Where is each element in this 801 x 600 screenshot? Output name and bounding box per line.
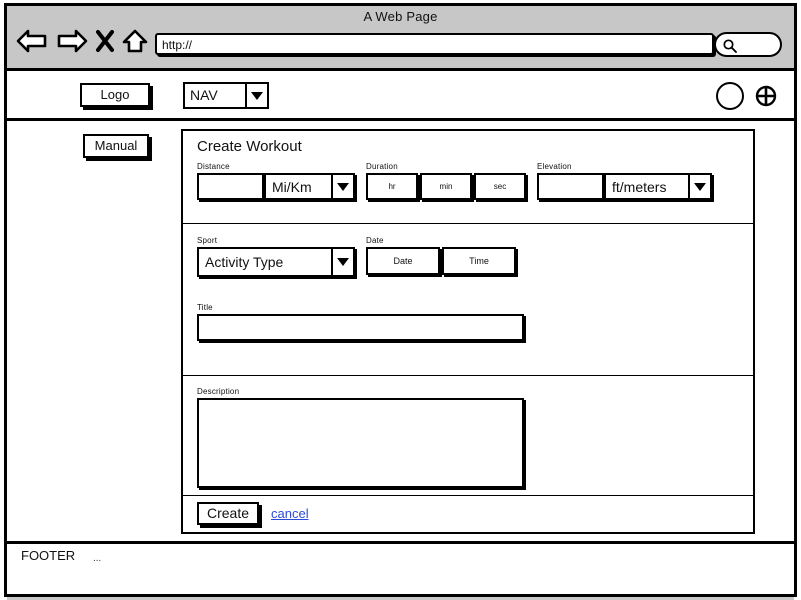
stop-x-icon[interactable] [95, 28, 115, 54]
screenshot-root: A Web Page http:// Logo NAV Manual Creat… [0, 0, 801, 600]
browser-chrome: A Web Page http:// [7, 6, 794, 71]
sport-dropdown[interactable]: Activity Type [197, 247, 355, 277]
cancel-link[interactable]: cancel [271, 506, 309, 521]
duration-hours-input[interactable]: hr [366, 173, 418, 200]
elevation-unit-dropdown[interactable]: ft/meters [604, 173, 712, 200]
footer-label: FOOTER [21, 548, 76, 563]
main-content: Manual Create Workout Distance Mi/Km Dur… [7, 121, 794, 541]
avatar[interactable] [716, 82, 744, 110]
distance-unit-value: Mi/Km [272, 178, 312, 195]
chevron-down-icon[interactable] [331, 249, 353, 275]
title-input[interactable] [197, 314, 524, 341]
magnifier-icon [722, 38, 738, 59]
title-label: Title [197, 303, 213, 312]
duration-seconds-input[interactable]: sec [474, 173, 526, 200]
duration-minutes-input[interactable]: min [420, 173, 472, 200]
date-label: Date [366, 236, 384, 245]
distance-input[interactable] [197, 173, 264, 200]
plus-circle-icon[interactable] [754, 84, 778, 113]
logo-button[interactable]: Logo [80, 83, 150, 107]
elevation-label: Elevation [537, 162, 572, 171]
chevron-down-icon[interactable] [331, 175, 353, 198]
time-button[interactable]: Time [442, 247, 516, 275]
browser-statusbar [7, 594, 794, 600]
create-button[interactable]: Create [197, 502, 259, 525]
panel-section-description: Description [183, 376, 753, 496]
chevron-down-icon[interactable] [688, 175, 710, 198]
date-button[interactable]: Date [366, 247, 440, 275]
forward-arrow-icon[interactable] [55, 28, 89, 54]
panel-section-actions: Create cancel [183, 496, 753, 532]
elevation-unit-value: ft/meters [612, 178, 667, 195]
page-viewport: Logo NAV Manual Create Workout Distance … [7, 71, 794, 594]
browser-toolbar-icons [15, 28, 149, 54]
page-title: Create Workout [197, 138, 302, 155]
nav-dropdown-value: NAV [190, 87, 218, 103]
sport-value: Activity Type [205, 254, 284, 270]
browser-search-box[interactable] [714, 32, 782, 57]
nav-dropdown[interactable]: NAV [183, 82, 269, 109]
create-workout-panel: Create Workout Distance Mi/Km Duration h… [181, 129, 755, 534]
panel-section-metrics: Create Workout Distance Mi/Km Duration h… [183, 131, 753, 224]
elevation-input[interactable] [537, 173, 604, 200]
manual-button[interactable]: Manual [83, 134, 149, 158]
panel-section-details: Sport Activity Type Date Date Time Title [183, 224, 753, 376]
distance-label: Distance [197, 162, 230, 171]
url-bar[interactable]: http:// [155, 33, 714, 55]
back-arrow-icon[interactable] [15, 28, 49, 54]
chevron-down-icon[interactable] [245, 84, 267, 107]
site-navbar: Logo NAV [7, 71, 794, 121]
url-text[interactable]: http:// [162, 38, 192, 52]
browser-window: A Web Page http:// Logo NAV Manual Creat… [4, 3, 797, 600]
page-footer: FOOTER ... [7, 541, 794, 566]
sport-label: Sport [197, 236, 218, 245]
duration-label: Duration [366, 162, 398, 171]
distance-unit-dropdown[interactable]: Mi/Km [264, 173, 355, 200]
window-title: A Web Page [363, 9, 438, 24]
description-label: Description [197, 387, 240, 396]
footer-dots: ... [93, 553, 102, 564]
description-textarea[interactable] [197, 398, 524, 488]
home-icon[interactable] [121, 28, 149, 54]
